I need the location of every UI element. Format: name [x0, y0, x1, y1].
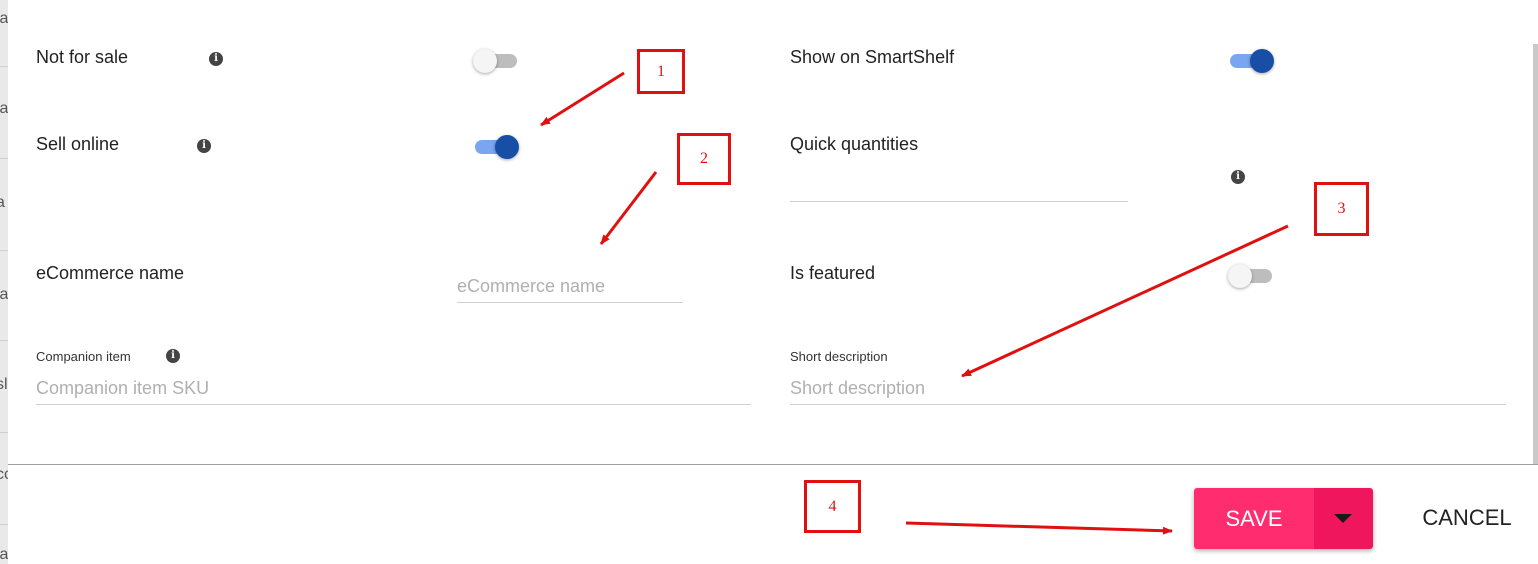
- annotation-arrows: [540, 71, 1289, 535]
- left-panel-fragment: ia: [0, 286, 8, 303]
- left-panel-divider: [0, 158, 8, 159]
- cancel-button[interactable]: CANCEL: [1404, 496, 1530, 540]
- not-for-sale-label: Not for sale: [36, 47, 129, 67]
- left-panel-fragment: ia: [0, 546, 8, 563]
- show-on-smartshelf-label: Show on SmartShelf: [790, 47, 955, 67]
- is-featured-toggle[interactable]: [1228, 262, 1274, 290]
- annotation-arrow-3: [961, 224, 1289, 378]
- sell-online-toggle[interactable]: [473, 133, 519, 161]
- show-on-smartshelf-toggle[interactable]: [1228, 47, 1274, 75]
- quick-quantities-label: Quick quantities: [790, 134, 919, 154]
- not-for-sale-info-icon[interactable]: i: [209, 52, 223, 66]
- ecommerce-name-label: eCommerce name: [36, 263, 185, 283]
- left-panel-fragment: cc: [0, 466, 8, 483]
- footer-divider: [8, 464, 1538, 465]
- annotation-arrow-1: [540, 71, 625, 127]
- left-background-panel: ia ia a ia sl cc ia: [0, 0, 8, 564]
- is-featured-label: Is featured: [790, 263, 876, 283]
- left-panel-fragment: ia: [0, 100, 8, 117]
- annotation-box-2: 2: [677, 133, 731, 185]
- not-for-sale-toggle[interactable]: [473, 47, 519, 75]
- left-panel-fragment: sl: [0, 376, 8, 393]
- dialog-scrollbar[interactable]: [1533, 44, 1538, 464]
- toggle-thumb: [1250, 49, 1274, 73]
- save-button-group: SAVE: [1194, 488, 1373, 549]
- annotation-arrow-2: [599, 171, 658, 245]
- toggle-thumb: [495, 135, 519, 159]
- sell-online-label: Sell online: [36, 134, 120, 154]
- companion-item-label: Companion item: [36, 349, 131, 364]
- companion-item-sku-input[interactable]: [36, 372, 751, 405]
- save-options-dropdown-button[interactable]: [1314, 488, 1373, 549]
- left-panel-divider: [0, 340, 8, 341]
- toggle-thumb: [473, 49, 497, 73]
- left-panel-divider: [0, 66, 8, 67]
- ecommerce-name-input[interactable]: [457, 270, 683, 303]
- short-description-label: Short description: [790, 349, 888, 364]
- quick-quantities-input[interactable]: [790, 168, 1128, 202]
- short-description-input[interactable]: [790, 372, 1506, 405]
- toggle-thumb: [1228, 264, 1252, 288]
- left-panel-fragment: a: [0, 194, 5, 211]
- companion-item-info-icon[interactable]: i: [166, 349, 180, 363]
- caret-down-icon: [1334, 514, 1352, 523]
- left-panel-divider: [0, 524, 8, 525]
- left-panel-divider: [0, 432, 8, 433]
- annotation-box-4: 4: [804, 480, 861, 533]
- annotation-box-3: 3: [1314, 182, 1369, 236]
- annotation-arrow-4: [905, 521, 1173, 535]
- save-button[interactable]: SAVE: [1194, 488, 1314, 549]
- left-panel-fragment: ia: [0, 10, 8, 27]
- quick-quantities-info-icon[interactable]: i: [1231, 170, 1245, 184]
- annotation-box-1: 1: [637, 49, 685, 94]
- sell-online-info-icon[interactable]: i: [197, 139, 211, 153]
- left-panel-divider: [0, 250, 8, 251]
